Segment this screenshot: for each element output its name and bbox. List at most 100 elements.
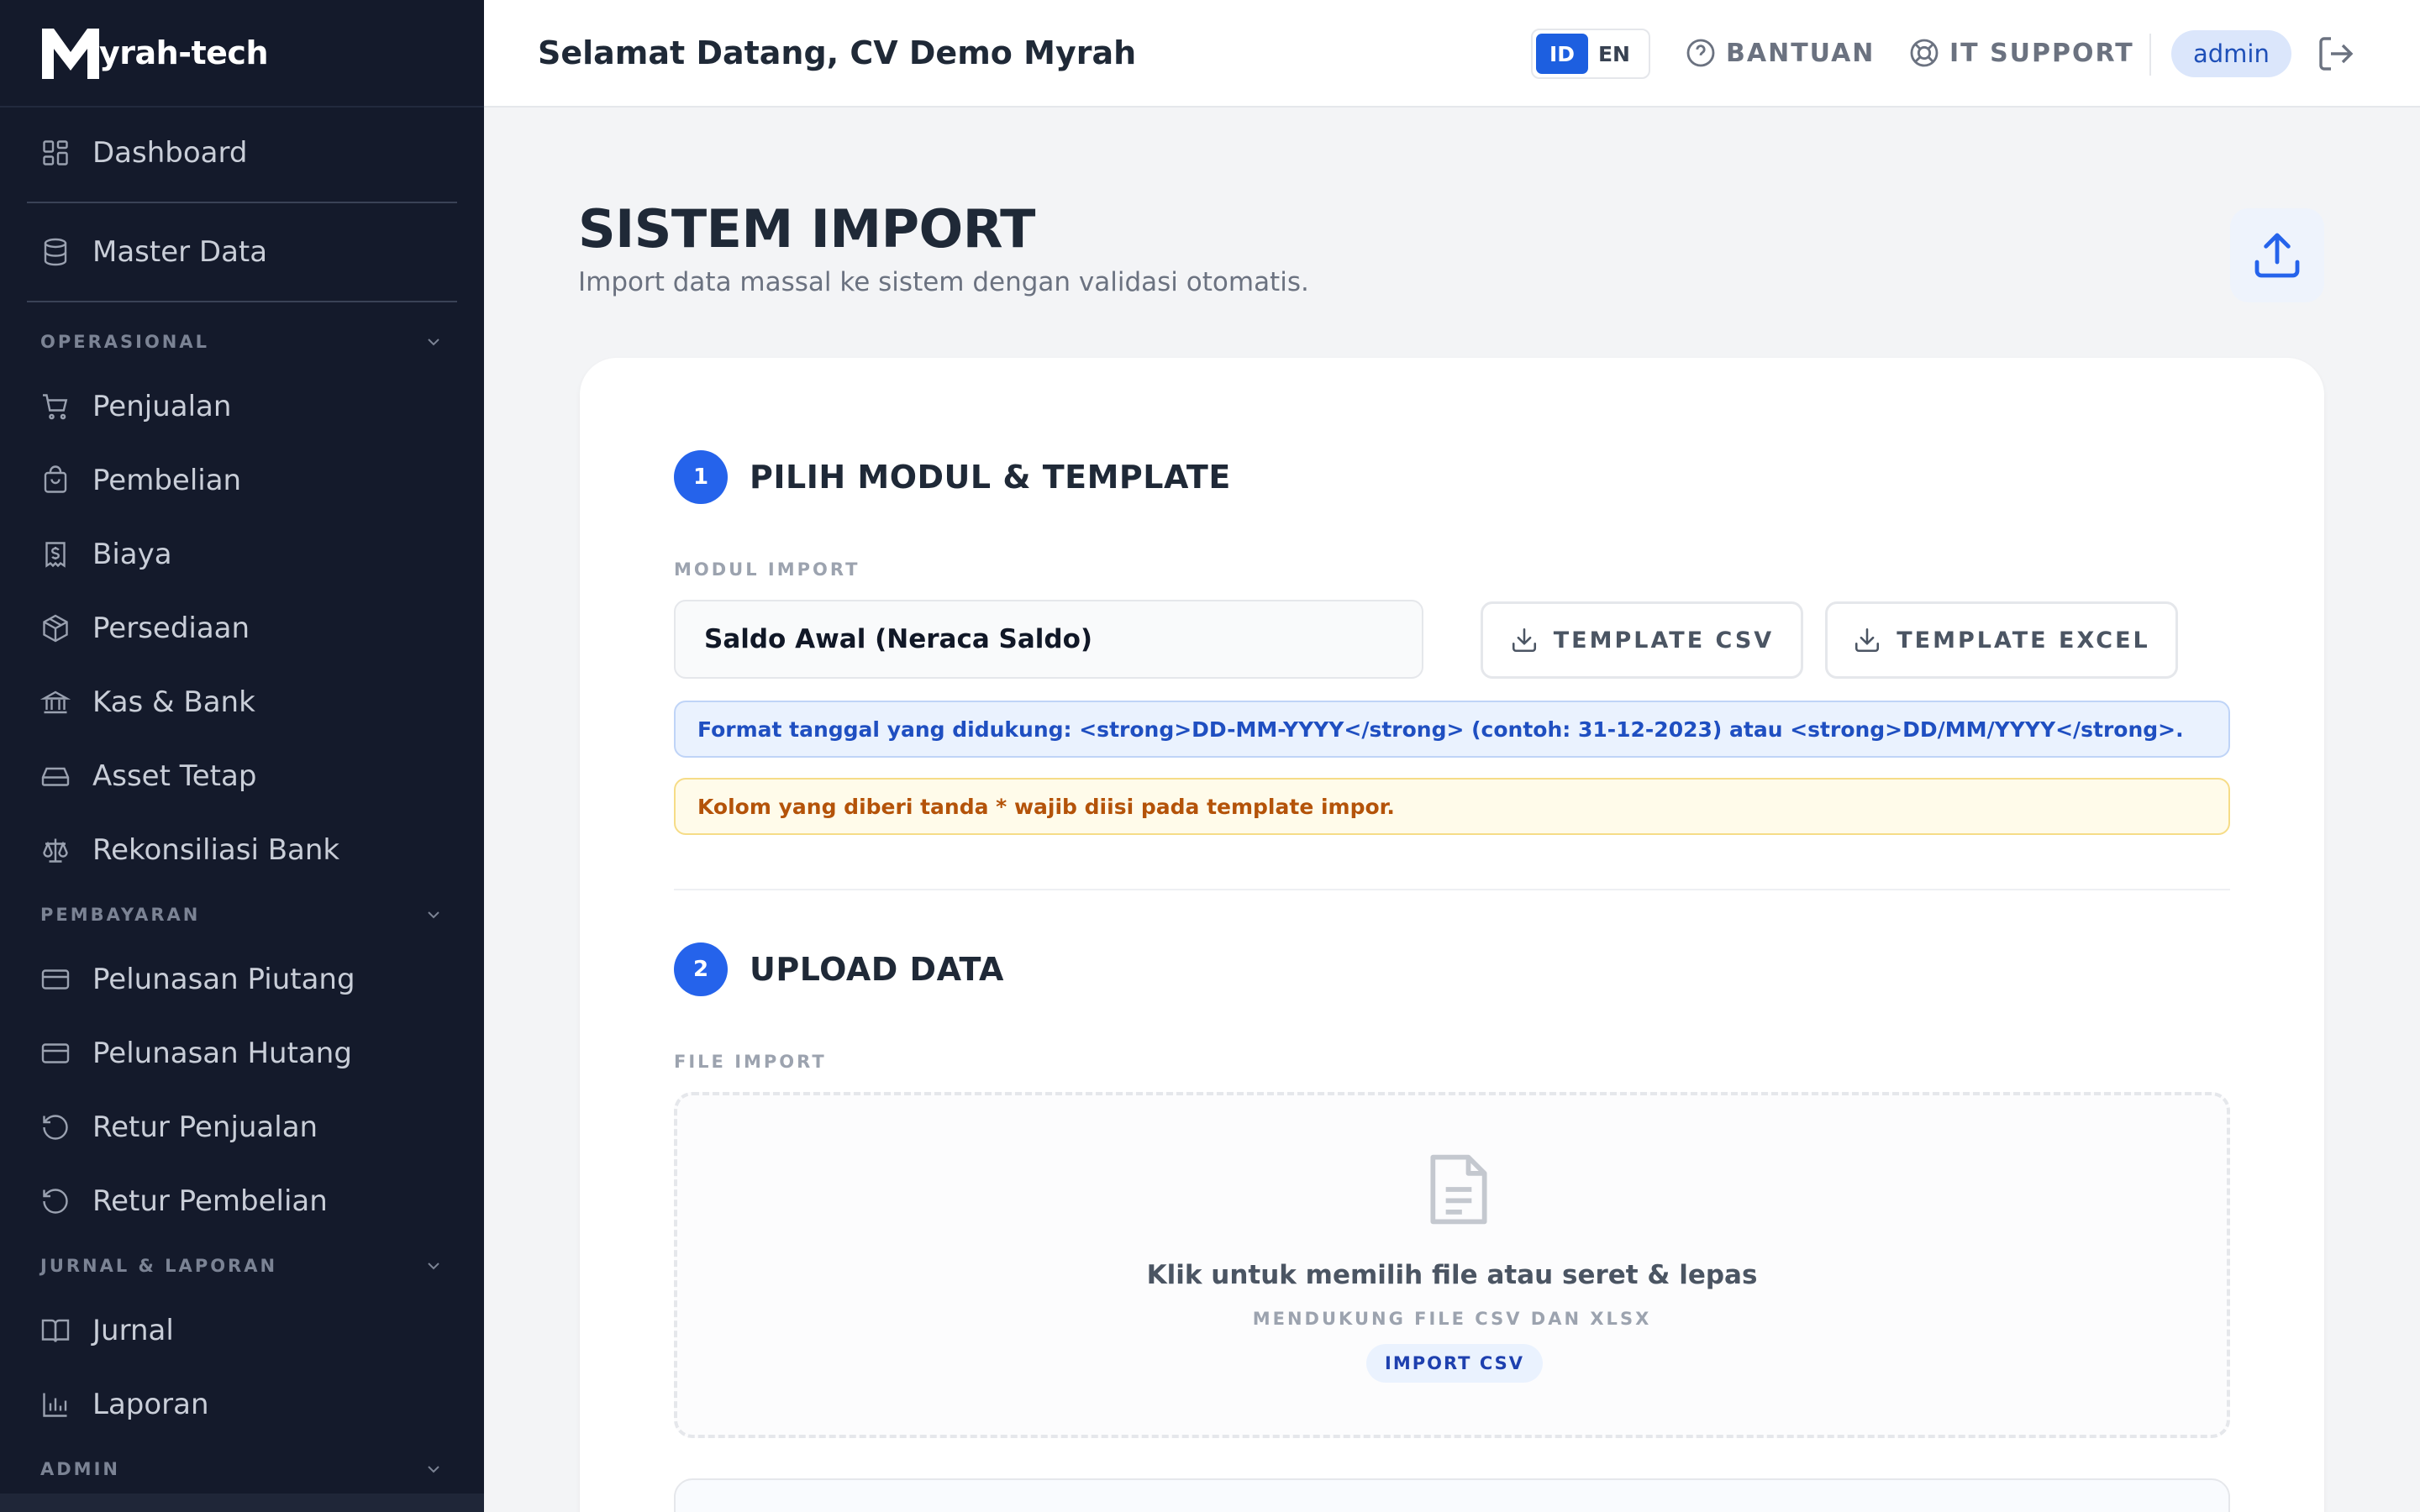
dashboard-icon xyxy=(43,140,68,165)
section-title: JURNAL & LAPORAN xyxy=(40,1256,278,1276)
sidebar-item-persediaan[interactable]: Persediaan xyxy=(0,591,484,665)
step2-header: 2 UPLOAD DATA xyxy=(674,942,1004,996)
credit-card-icon xyxy=(41,969,70,990)
sidebar-item-label: Retur Pembelian xyxy=(92,1184,328,1218)
sidebar-item-label: Master Data xyxy=(92,235,268,269)
sidebar-item-label: Persediaan xyxy=(92,612,250,645)
sidebar-item-label: Retur Penjualan xyxy=(92,1110,318,1144)
import-type-badge: IMPORT CSV xyxy=(1366,1344,1543,1383)
sidebar-section-admin[interactable]: ADMIN xyxy=(0,1441,484,1497)
chevron-down-icon xyxy=(428,911,439,919)
sidebar-item-label: Pembelian xyxy=(92,464,242,497)
sidebar-item-laporan[interactable]: Laporan xyxy=(0,1368,484,1441)
hard-drive-icon xyxy=(41,767,70,786)
life-buoy-icon xyxy=(1910,39,1939,67)
section-title: ADMIN xyxy=(40,1459,120,1479)
sidebar-item-label: Laporan xyxy=(92,1388,209,1421)
upload-badge xyxy=(2230,208,2324,302)
database-icon xyxy=(44,238,67,266)
chevron-down-icon xyxy=(428,1466,439,1473)
template-csv-button[interactable]: TEMPLATE CSV xyxy=(1481,601,1803,679)
sidebar-item-kas-bank[interactable]: Kas & Bank xyxy=(0,665,484,739)
topbar: Selamat Datang, CV Demo Myrah ID EN BANT… xyxy=(484,0,2420,108)
sidebar-item-label: Pelunasan Piutang xyxy=(92,963,355,996)
module-select[interactable]: Saldo Awal (Neraca Saldo) xyxy=(674,600,1423,679)
template-csv-label: TEMPLATE CSV xyxy=(1553,627,1775,654)
sidebar-item-jurnal[interactable]: Jurnal xyxy=(0,1294,484,1368)
sidebar-item-label: Asset Tetap xyxy=(92,759,257,793)
sidebar-item-master-data[interactable]: Master Data xyxy=(0,215,484,289)
bar-chart-icon xyxy=(43,1393,67,1417)
sidebar-item-pelunasan-piutang[interactable]: Pelunasan Piutang xyxy=(0,942,484,1016)
sidebar-item-label: Penjualan xyxy=(92,390,232,423)
it-support-link[interactable]: IT SUPPORT xyxy=(1907,0,2134,106)
sidebar-section-operasional[interactable]: OPERASIONAL xyxy=(0,314,484,370)
sidebar-divider xyxy=(27,301,457,302)
lang-option-id[interactable]: ID xyxy=(1536,34,1588,74)
step-number: 1 xyxy=(674,450,728,504)
bank-icon xyxy=(40,690,71,714)
help-circle-icon xyxy=(1686,39,1715,67)
logout-icon[interactable] xyxy=(2316,34,2356,74)
sidebar-section-jurnal-laporan[interactable]: JURNAL & LAPORAN xyxy=(0,1238,484,1294)
sidebar-item-label: Dashboard xyxy=(92,136,248,170)
template-excel-button[interactable]: TEMPLATE EXCEL xyxy=(1825,601,2178,679)
module-label: MODUL IMPORT xyxy=(674,559,860,580)
sidebar-item-label: Jurnal xyxy=(92,1314,174,1347)
lang-option-en[interactable]: EN xyxy=(1588,34,1640,74)
it-support-label: IT SUPPORT xyxy=(1949,38,2134,68)
topbar-divider xyxy=(2149,34,2151,76)
sidebar-item-penjualan[interactable]: Penjualan xyxy=(0,370,484,444)
dropzone-subtitle: MENDUKUNG FILE CSV DAN XLSX xyxy=(1252,1309,1652,1329)
sidebar-item-label: Rekonsiliasi Bank xyxy=(92,833,340,867)
sidebar-item-pelunasan-hutang[interactable]: Pelunasan Hutang xyxy=(0,1016,484,1090)
credit-card-icon xyxy=(41,1043,70,1063)
file-text-icon xyxy=(1430,1154,1487,1225)
box-icon xyxy=(43,614,68,643)
step1-header: 1 PILIH MODUL & TEMPLATE xyxy=(674,450,1231,504)
sidebar-item-asset-tetap[interactable]: Asset Tetap xyxy=(0,739,484,813)
upload-icon xyxy=(2254,233,2300,278)
sidebar-section-pembayaran[interactable]: PEMBAYARAN xyxy=(0,887,484,942)
import-card: 1 PILIH MODUL & TEMPLATE MODUL IMPORT Sa… xyxy=(580,358,2324,1512)
download-icon xyxy=(1855,627,1880,653)
required-fields-alert: Kolom yang diberi tanda * wajib diisi pa… xyxy=(674,778,2230,835)
myrah-logo-icon xyxy=(42,29,99,79)
receipt-dollar-icon xyxy=(45,542,66,568)
section-title: PEMBAYARAN xyxy=(40,905,201,925)
book-open-icon xyxy=(41,1319,70,1342)
brand[interactable]: yrah-tech xyxy=(0,0,484,108)
help-link[interactable]: BANTUAN xyxy=(1684,0,1875,106)
file-dropzone[interactable]: Klik untuk memilih file atau seret & lep… xyxy=(674,1092,2230,1438)
chevron-down-icon xyxy=(428,1263,439,1270)
file-label: FILE IMPORT xyxy=(674,1052,827,1072)
sidebar-item-dashboard[interactable]: Dashboard xyxy=(0,116,484,190)
step-title: PILIH MODUL & TEMPLATE xyxy=(750,459,1231,496)
page-title: SISTEM IMPORT xyxy=(578,198,1035,260)
sidebar-item-retur-pembelian[interactable]: Retur Pembelian xyxy=(0,1164,484,1238)
sidebar-item-label: Kas & Bank xyxy=(92,685,255,719)
sidebar-item-label: Biaya xyxy=(92,538,172,571)
scale-icon xyxy=(43,838,68,863)
language-switch: ID EN xyxy=(1531,29,1650,79)
section-divider xyxy=(674,889,2230,890)
sidebar: yrah-tech Dashboard Master Data OPERASIO… xyxy=(0,0,484,1512)
section-title: OPERASIONAL xyxy=(40,332,210,352)
sidebar-item-rekonsiliasi-bank[interactable]: Rekonsiliasi Bank xyxy=(0,813,484,887)
user-badge[interactable]: admin xyxy=(2171,30,2291,77)
page-subtitle: Import data massal ke sistem dengan vali… xyxy=(578,267,1309,297)
rotate-ccw-icon xyxy=(43,1115,68,1140)
brand-name: yrah-tech xyxy=(99,34,269,71)
sidebar-item-pembelian[interactable]: Pembelian xyxy=(0,444,484,517)
date-format-alert: Format tanggal yang didukung: <strong>DD… xyxy=(674,701,2230,758)
step-title: UPLOAD DATA xyxy=(750,951,1004,988)
dropzone-title: Klik untuk memilih file atau seret & lep… xyxy=(1146,1260,1758,1290)
template-excel-label: TEMPLATE EXCEL xyxy=(1897,627,2150,654)
sidebar-item-biaya[interactable]: Biaya xyxy=(0,517,484,591)
sidebar-active-item[interactable] xyxy=(0,1494,484,1512)
download-icon xyxy=(1512,627,1536,653)
sidebar-item-retur-penjualan[interactable]: Retur Penjualan xyxy=(0,1090,484,1164)
rotate-ccw-icon xyxy=(43,1189,68,1214)
help-label: BANTUAN xyxy=(1726,38,1876,68)
sidebar-divider xyxy=(27,202,457,203)
